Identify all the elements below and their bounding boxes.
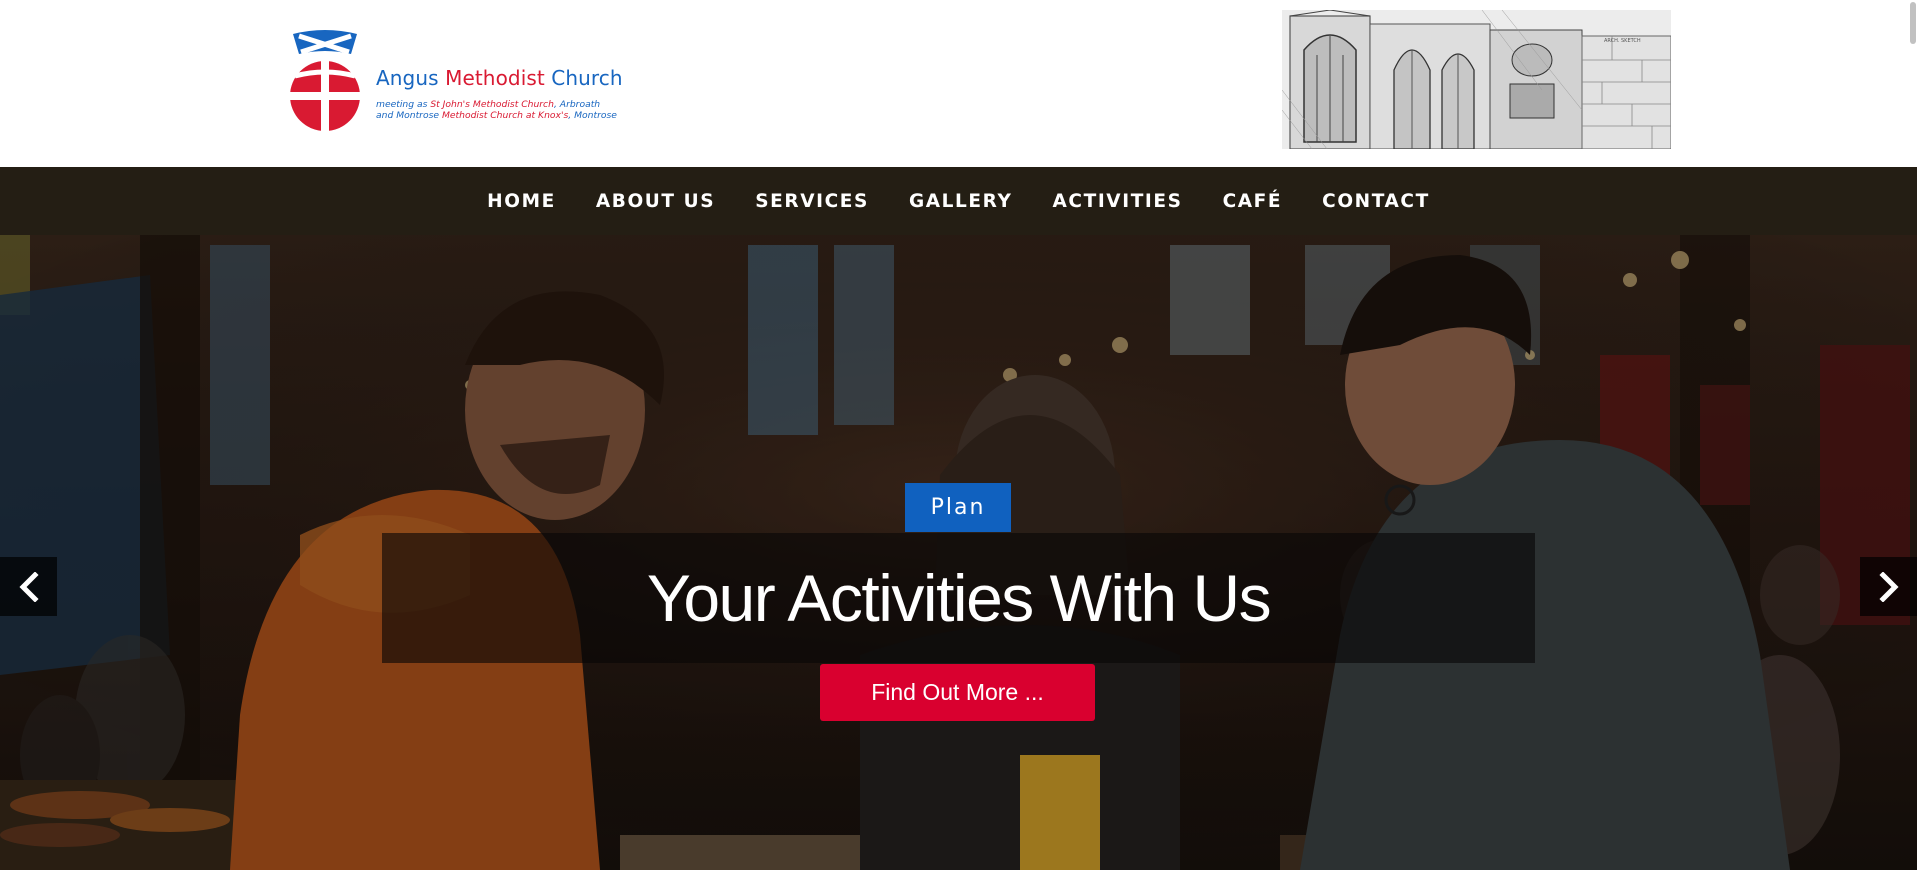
slider-prev-button[interactable] [0, 557, 57, 616]
logo-subtitle: meeting as St John's Methodist Church, A… [376, 99, 617, 121]
nav-activities[interactable]: ACTIVITIES [1033, 191, 1203, 212]
logo-title: Angus Methodist Church [376, 66, 623, 90]
site-header: Angus Methodist Church meeting as St Joh… [0, 0, 1917, 167]
nav-services[interactable]: SERVICES [735, 191, 889, 212]
church-sketch-image: ARCH. SKETCH [1282, 10, 1671, 149]
nav-cafe[interactable]: CAFÉ [1203, 191, 1303, 212]
chevron-left-icon [18, 571, 39, 602]
nav-contact[interactable]: CONTACT [1302, 191, 1450, 212]
find-out-more-button[interactable]: Find Out More ... [820, 664, 1095, 721]
sketch-caption: ARCH. SKETCH [1604, 38, 1641, 44]
methodist-cross-logo-icon [290, 30, 360, 131]
site-logo[interactable]: Angus Methodist Church meeting as St Joh… [289, 28, 629, 134]
chevron-right-icon [1878, 571, 1899, 602]
hero-headline: Your Activities With Us [646, 561, 1272, 635]
page-scrollbar[interactable] [1909, 0, 1917, 870]
nav-about-us[interactable]: ABOUT US [576, 191, 735, 212]
scrollbar-thumb[interactable] [1910, 2, 1916, 44]
nav-home[interactable]: HOME [467, 191, 576, 212]
main-navigation: HOME ABOUT US SERVICES GALLERY ACTIVITIE… [0, 167, 1917, 235]
plan-badge: Plan [905, 483, 1011, 532]
nav-gallery[interactable]: GALLERY [889, 191, 1033, 212]
hero-slider: Plan Your Activities With Us Find Out Mo… [0, 235, 1917, 870]
